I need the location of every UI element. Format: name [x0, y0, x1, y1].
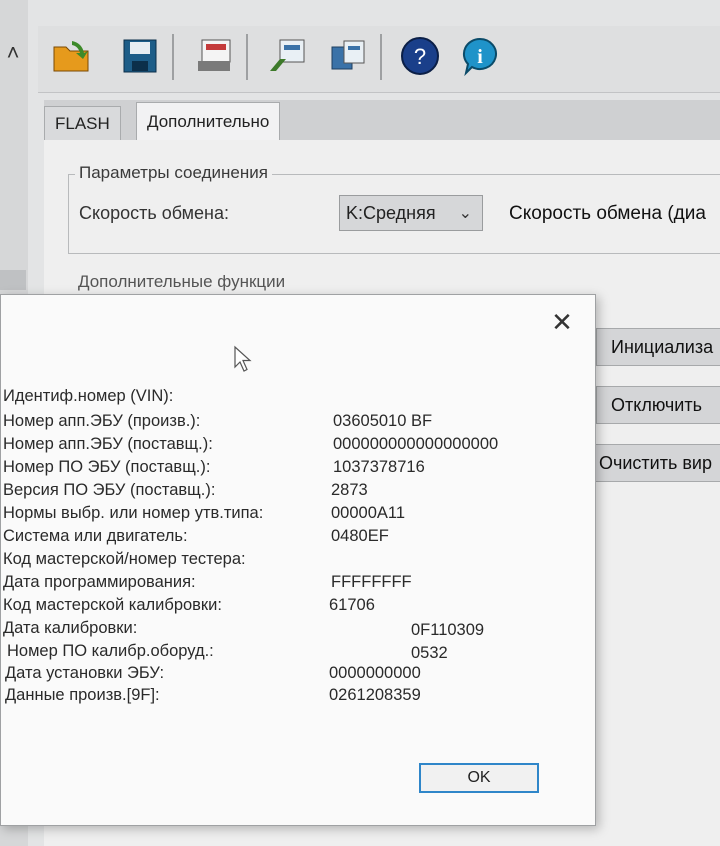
calibration-workshop-label: Код мастерской калибровки: [3, 596, 222, 614]
clear-virtual-button[interactable]: Очистить вир [584, 444, 720, 482]
speed-description: Скорость обмена (диа [509, 203, 706, 224]
help-icon[interactable]: ? [398, 34, 442, 78]
mouse-cursor-icon [233, 345, 253, 378]
ecu-sw-supplier-label: Номер ПО ЭБУ (поставщ.): [3, 458, 211, 476]
save-disk-icon[interactable] [118, 34, 162, 78]
ecu-sw-version-value: 2873 [331, 481, 368, 499]
programming-date-value: FFFFFFFF [331, 573, 412, 591]
chevron-down-icon: ⌄ [458, 205, 472, 222]
write-ecu-icon[interactable] [192, 34, 236, 78]
extra-functions-title: Дополнительные функции [78, 272, 286, 291]
install-date-value: 0000000000 [329, 664, 421, 682]
connection-group-title: Параметры соединения [75, 163, 272, 183]
emission-norm-value: 00000A11 [331, 504, 406, 522]
manuf-data-label: Данные произв.[9F]: [5, 686, 160, 704]
install-date-label: Дата установки ЭБУ: [5, 664, 165, 682]
ecu-hw-manuf-value: 03605010 BF [333, 412, 433, 430]
emission-norm-label: Нормы выбр. или номер утв.типа: [3, 504, 264, 522]
speed-label: Скорость обмена: [79, 203, 229, 223]
programming-date-label: Дата программирования: [3, 573, 196, 591]
toolbar-separator [246, 34, 248, 80]
system-engine-label: Система или двигатель: [3, 527, 188, 545]
calibration-workshop-value: 61706 [329, 596, 375, 614]
ecu-sw-supplier-value: 1037378716 [333, 458, 425, 476]
speed-select-value: K:Средняя [346, 202, 436, 223]
toolbar: ? i [38, 26, 720, 93]
workshop-tester-label: Код мастерской/номер тестера: [3, 550, 246, 568]
system-engine-value: 0480EF [331, 527, 389, 545]
ecu-hw-manuf-label: Номер апп.ЭБУ (произв.): [3, 412, 201, 430]
vin-label: Идентиф.номер (VIN): [3, 387, 174, 405]
initialize-button[interactable]: Инициализа [596, 328, 720, 366]
connection-group: Параметры соединения Скорость обмена: K:… [68, 163, 720, 254]
tab-bar: FLASH Дополнительно [44, 100, 720, 141]
compare-icon[interactable] [326, 34, 370, 78]
disconnect-button[interactable]: Отключить [596, 386, 720, 424]
read-ecu-icon[interactable] [264, 34, 308, 78]
tab-flash[interactable]: FLASH [44, 106, 121, 141]
toolbar-separator [172, 34, 174, 80]
calibration-date-label: Дата калибровки: [3, 619, 138, 637]
strip-block [0, 270, 26, 290]
ecu-hw-supplier-label: Номер апп.ЭБУ (поставщ.): [3, 435, 213, 453]
svg-text:i: i [477, 46, 483, 68]
ecu-sw-version-label: Версия ПО ЭБУ (поставщ.): [3, 481, 216, 499]
speed-select[interactable]: K:Средняя ⌄ [339, 195, 483, 231]
info-icon[interactable]: i [458, 34, 502, 78]
svg-text:?: ? [414, 44, 426, 69]
open-folder-icon[interactable] [50, 34, 94, 78]
calibration-sw-label: Номер ПО калибр.оборуд.: [7, 642, 214, 660]
ecu-hw-supplier-value: 000000000000000000 [333, 435, 499, 453]
close-icon[interactable]: ✕ [551, 307, 573, 337]
ok-button[interactable]: OK [419, 763, 539, 793]
calibration-sw-value: 0532 [411, 644, 448, 662]
ecu-info-dialog: ✕ Идентиф.номер (VIN): Номер апп.ЭБУ (пр… [0, 294, 596, 826]
collapse-chevron-icon[interactable]: ˄ [0, 36, 26, 70]
calibration-date-value: 0F110309 [411, 621, 485, 639]
tab-extra[interactable]: Дополнительно [136, 102, 281, 141]
toolbar-separator [380, 34, 382, 80]
manuf-data-value: 0261208359 [329, 686, 421, 704]
